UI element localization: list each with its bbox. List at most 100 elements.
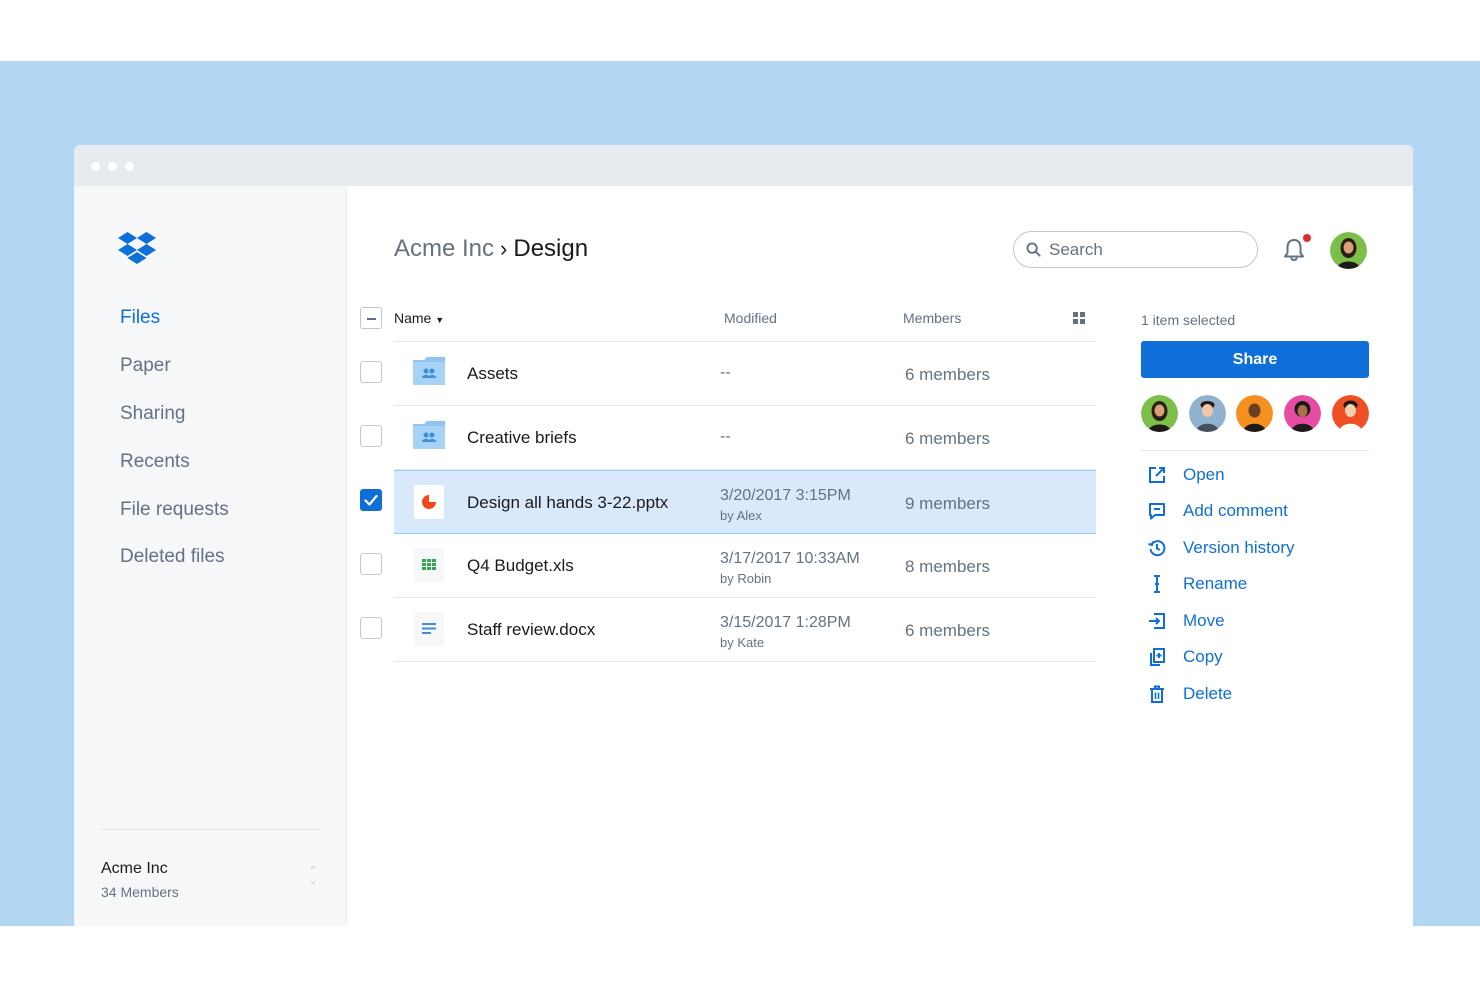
action-label: Version history bbox=[1183, 538, 1295, 557]
checkmark-icon bbox=[364, 494, 378, 506]
action-delete[interactable]: Delete bbox=[1147, 681, 1232, 707]
action-label: Copy bbox=[1183, 647, 1223, 666]
breadcrumb: Acme Inc › Design bbox=[394, 235, 588, 263]
notification-bell-icon[interactable] bbox=[1282, 237, 1306, 268]
page-title: Design bbox=[513, 235, 589, 262]
document-file-icon bbox=[412, 612, 446, 651]
row-checkbox[interactable] bbox=[360, 553, 382, 575]
action-rename[interactable]: Rename bbox=[1147, 571, 1247, 597]
sidebar-item-sharing[interactable]: Sharing bbox=[120, 403, 186, 425]
member-count[interactable]: 6 members bbox=[905, 621, 990, 641]
member-avatars bbox=[1141, 395, 1369, 432]
avatar[interactable] bbox=[1332, 395, 1369, 432]
file-name[interactable]: Creative briefs bbox=[467, 428, 577, 448]
team-name[interactable]: Acme Inc bbox=[101, 860, 168, 878]
avatar[interactable] bbox=[1189, 395, 1226, 432]
copy-icon bbox=[1150, 648, 1165, 666]
member-count[interactable]: 9 members bbox=[905, 494, 990, 514]
action-label: Delete bbox=[1183, 684, 1233, 703]
member-count[interactable]: 6 members bbox=[905, 365, 990, 385]
member-count[interactable]: 6 members bbox=[905, 429, 990, 449]
selection-count: 1 item selected bbox=[1141, 312, 1236, 328]
avatar[interactable] bbox=[1236, 395, 1273, 432]
sidebar-item-file-requests[interactable]: File requests bbox=[120, 499, 229, 521]
breadcrumb-parent[interactable]: Acme Inc bbox=[394, 235, 494, 262]
action-add-comment[interactable]: Add comment bbox=[1147, 498, 1288, 524]
file-name[interactable]: Staff review.docx bbox=[467, 620, 595, 640]
sidebar: Files Paper Sharing Recents File request… bbox=[74, 186, 347, 926]
file-name[interactable]: Assets bbox=[467, 364, 518, 384]
sort-desc-icon: ▼ bbox=[435, 315, 445, 325]
row-checkbox-checked[interactable] bbox=[360, 489, 382, 511]
table-header: Name ▼ Modified Members bbox=[394, 305, 1096, 342]
window-titlebar bbox=[74, 145, 1413, 186]
modified-date: 3/20/2017 3:15PM bbox=[720, 487, 851, 504]
table-row[interactable]: Assets -- 6 members bbox=[394, 342, 1096, 406]
row-checkbox[interactable] bbox=[360, 425, 382, 447]
action-move[interactable]: Move bbox=[1147, 608, 1225, 634]
select-all-checkbox[interactable] bbox=[360, 307, 382, 329]
notification-badge bbox=[1303, 234, 1311, 242]
search-icon bbox=[1026, 242, 1041, 257]
shared-folder-icon bbox=[412, 356, 446, 391]
action-label: Add comment bbox=[1183, 501, 1288, 520]
user-avatar[interactable] bbox=[1330, 232, 1367, 269]
file-name[interactable]: Design all hands 3-22.pptx bbox=[467, 493, 668, 513]
grid-view-icon[interactable] bbox=[1073, 311, 1085, 329]
modified-date: -- bbox=[720, 428, 731, 445]
search-box[interactable] bbox=[1013, 231, 1258, 268]
trash-icon bbox=[1150, 685, 1164, 703]
modified-date: 3/17/2017 10:33AM bbox=[720, 550, 860, 567]
row-checkbox[interactable] bbox=[360, 617, 382, 639]
shared-folder-icon bbox=[412, 420, 446, 455]
sidebar-divider bbox=[101, 829, 320, 830]
dropbox-logo-icon[interactable] bbox=[118, 231, 156, 270]
sidebar-item-deleted-files[interactable]: Deleted files bbox=[120, 546, 225, 568]
action-copy[interactable]: Copy bbox=[1147, 644, 1223, 670]
sidebar-item-recents[interactable]: Recents bbox=[120, 451, 190, 473]
window-dot-close[interactable] bbox=[91, 162, 100, 171]
table-row[interactable]: Q4 Budget.xls 3/17/2017 10:33AM by Robin… bbox=[394, 534, 1096, 598]
file-name[interactable]: Q4 Budget.xls bbox=[467, 556, 574, 576]
action-label: Rename bbox=[1183, 574, 1248, 593]
file-table: Name ▼ Modified Members Assets -- 6 memb… bbox=[360, 305, 1096, 662]
member-count[interactable]: 8 members bbox=[905, 557, 990, 577]
sidebar-item-paper[interactable]: Paper bbox=[120, 355, 171, 377]
presentation-file-icon bbox=[412, 485, 446, 524]
column-header-name[interactable]: Name ▼ bbox=[394, 310, 444, 326]
table-row[interactable]: Staff review.docx 3/15/2017 1:28PM by Ka… bbox=[394, 598, 1096, 662]
history-icon bbox=[1148, 540, 1166, 557]
modified-by: by Kate bbox=[720, 635, 765, 650]
window-dot-maximize[interactable] bbox=[125, 162, 134, 171]
main-content: Acme Inc › Design Search Name ▼ Modified… bbox=[347, 186, 1413, 926]
window-dot-minimize[interactable] bbox=[108, 162, 117, 171]
modified-by: by Alex bbox=[720, 508, 762, 523]
spreadsheet-file-icon bbox=[412, 548, 446, 587]
open-external-icon bbox=[1149, 467, 1165, 483]
action-label: Move bbox=[1183, 611, 1225, 630]
action-label: Open bbox=[1183, 465, 1225, 484]
breadcrumb-separator-icon: › bbox=[500, 236, 508, 261]
column-header-members[interactable]: Members bbox=[903, 310, 961, 326]
avatar[interactable] bbox=[1141, 395, 1178, 432]
modified-date: -- bbox=[720, 364, 731, 381]
table-row[interactable]: Creative briefs -- 6 members bbox=[394, 406, 1096, 470]
rename-cursor-icon bbox=[1154, 575, 1160, 593]
column-header-modified[interactable]: Modified bbox=[724, 310, 777, 326]
sidebar-item-files[interactable]: Files bbox=[120, 307, 160, 329]
move-icon bbox=[1149, 613, 1165, 629]
avatar[interactable] bbox=[1284, 395, 1321, 432]
row-checkbox[interactable] bbox=[360, 361, 382, 383]
team-member-count: 34 Members bbox=[101, 884, 179, 900]
table-row-selected[interactable]: Design all hands 3-22.pptx 3/20/2017 3:1… bbox=[394, 470, 1096, 534]
app-window: Files Paper Sharing Recents File request… bbox=[74, 145, 1413, 926]
action-version-history[interactable]: Version history bbox=[1147, 535, 1295, 561]
modified-date: 3/15/2017 1:28PM bbox=[720, 614, 851, 631]
team-switcher-chevron-icon[interactable]: ⌃ ⌄ bbox=[307, 866, 319, 887]
action-open[interactable]: Open bbox=[1147, 462, 1225, 488]
search-input[interactable] bbox=[1049, 239, 1239, 260]
share-button[interactable]: Share bbox=[1141, 341, 1369, 378]
comment-icon bbox=[1149, 503, 1165, 520]
panel-divider bbox=[1141, 450, 1369, 451]
modified-by: by Robin bbox=[720, 571, 772, 586]
